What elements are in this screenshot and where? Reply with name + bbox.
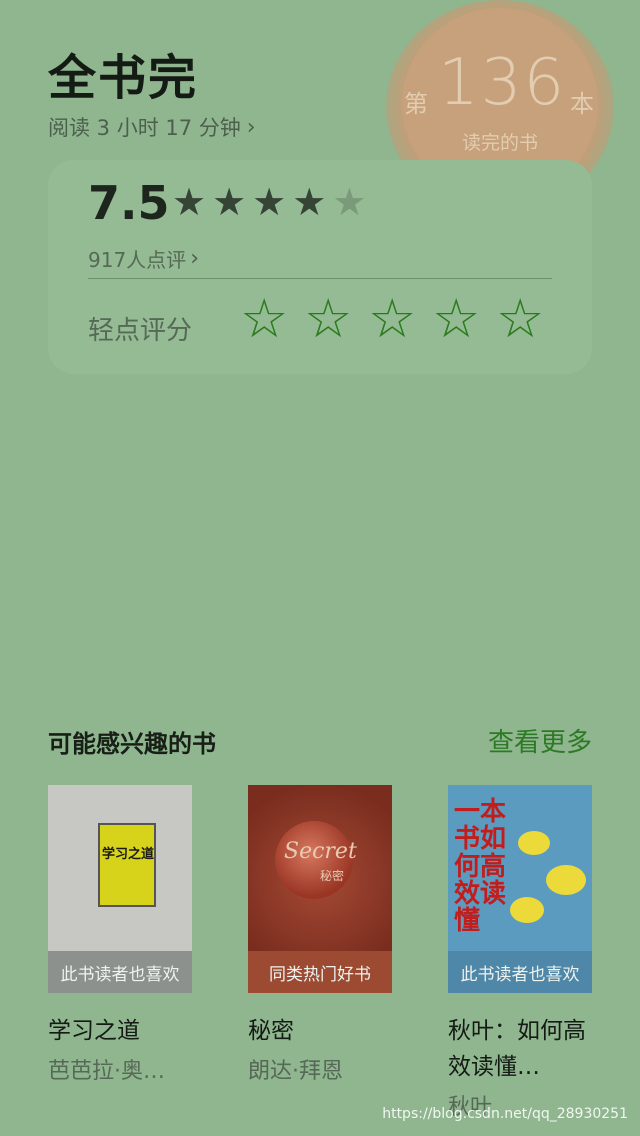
chevron-right-icon: › [246, 114, 256, 140]
cover-title: 学习之道 [101, 847, 154, 862]
badge-label: 读完的书 [461, 132, 538, 154]
page-title: 全书完 [48, 50, 199, 106]
book-card[interactable]: Secret 秘密 同类热门好书 秘密 朗达·拜恩 [248, 785, 392, 1085]
star-outline-icon[interactable]: ☆ [368, 292, 416, 346]
review-count-text: 917人点评 [88, 248, 187, 272]
watermark: https://blog.csdn.net/qq_28930251 [382, 1106, 628, 1122]
star-icon: ★ [252, 180, 287, 224]
book-title[interactable]: 秋叶：如何高效读懂… [448, 1013, 592, 1085]
tap-to-rate-label: 轻点评分 [88, 316, 193, 346]
reading-time-text: 阅读 3 小时 17 分钟 [48, 116, 241, 140]
see-more-link[interactable]: 查看更多 [488, 722, 592, 759]
star-icon: ★ [172, 180, 207, 224]
cover-decoration [518, 831, 550, 855]
book-tag: 此书读者也喜欢 [48, 951, 192, 993]
star-icon: ★ [332, 180, 367, 224]
book-title[interactable]: 秘密 [248, 1013, 392, 1049]
badge-count: 136 [438, 46, 567, 120]
star-outline-icon[interactable]: ☆ [496, 292, 544, 346]
book-author: 芭芭拉·奥… [48, 1059, 165, 1084]
rating-score: 7.5 [88, 176, 170, 230]
cover-title: 一本书如何高效读懂 [454, 797, 507, 937]
cover-decoration [510, 897, 544, 923]
reading-time-link[interactable]: 阅读 3 小时 17 分钟 › [48, 112, 256, 142]
cover-decoration [546, 865, 586, 895]
book-card[interactable]: 学习之道 此书读者也喜欢 学习之道 芭芭拉·奥… [48, 785, 192, 1085]
badge-prefix: 第 [404, 90, 428, 118]
book-card[interactable]: 一本书如何高效读懂 此书读者也喜欢 秋叶：如何高效读懂… 秋叶 [448, 785, 592, 1121]
book-title[interactable]: 学习之道 [48, 1013, 192, 1049]
rate-stars: ☆ ☆ ☆ ☆ ☆ [240, 292, 544, 346]
divider [88, 278, 552, 279]
review-count-link[interactable]: 917人点评 › [88, 244, 199, 273]
rating-stars: ★ ★ ★ ★ ★ [172, 180, 366, 224]
star-icon: ★ [292, 180, 327, 224]
book-tag: 同类热门好书 [248, 951, 392, 993]
section-title: 可能感兴趣的书 [48, 730, 216, 758]
book-cover[interactable]: Secret 秘密 同类热门好书 [248, 785, 392, 993]
cover-subtitle: 秘密 [320, 869, 345, 883]
star-icon: ★ [212, 180, 247, 224]
book-tag: 此书读者也喜欢 [448, 951, 592, 993]
chevron-right-icon: › [190, 246, 199, 271]
cover-title: Secret [284, 839, 357, 864]
star-outline-icon[interactable]: ☆ [240, 292, 288, 346]
book-cover[interactable]: 一本书如何高效读懂 此书读者也喜欢 [448, 785, 592, 993]
book-cover[interactable]: 学习之道 此书读者也喜欢 [48, 785, 192, 993]
star-outline-icon[interactable]: ☆ [304, 292, 352, 346]
cover-label-box [98, 823, 156, 907]
star-outline-icon[interactable]: ☆ [432, 292, 480, 346]
book-author: 朗达·拜恩 [248, 1059, 343, 1084]
badge-suffix: 本 [570, 90, 594, 118]
